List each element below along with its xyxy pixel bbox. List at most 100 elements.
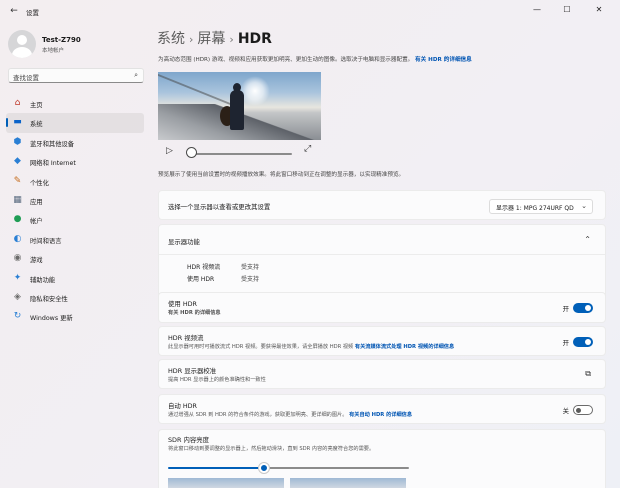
avatar xyxy=(8,30,36,58)
sidebar-item-privacy[interactable]: ◈ 隐私和安全性 xyxy=(6,288,144,307)
chevron-right-icon: › xyxy=(189,33,194,46)
window-title: 设置 xyxy=(26,9,39,17)
hdr-calibration-card[interactable]: HDR 显示器校准 提高 HDR 显示器上的颜色准确性和一致性 ⧉ xyxy=(158,359,606,389)
sdr-slider-track[interactable] xyxy=(264,467,409,469)
use-hdr-info-link[interactable]: 有关 HDR 的详细信息 xyxy=(168,309,221,316)
account-icon: ● xyxy=(13,214,22,225)
sidebar-item-system[interactable]: ▬ 系统 xyxy=(6,113,144,133)
sidebar-item-accounts[interactable]: ● 帐户 xyxy=(6,210,144,229)
sdr-title: SDR 内容亮度 xyxy=(168,436,210,444)
auto-hdr-subtitle-text: 通过增强从 SDR 到 HDR 的符合条件的游戏，获取更加明亮、更详细的图片。 xyxy=(168,412,348,418)
apps-icon: ▦ xyxy=(13,194,22,205)
auto-hdr-toggle[interactable] xyxy=(573,405,593,415)
breadcrumb-system[interactable]: 系统 xyxy=(157,31,185,47)
display-select-label: 选择一个显示器以查看或更改其设置 xyxy=(168,203,271,211)
display-dropdown[interactable]: 显示器 1: MPG 274URF QD ⌄ xyxy=(489,199,593,214)
system-icon: ▬ xyxy=(13,117,22,128)
sidebar-item-label: 应用 xyxy=(30,198,43,206)
use-hdr-state: 开 xyxy=(562,305,569,313)
sidebar-item-label: 隐私和安全性 xyxy=(30,295,68,303)
video-sun xyxy=(240,76,270,106)
sdr-brightness-card: SDR 内容亮度 将此窗口移动到要调整的显示器上，然后拖动滑块，直到 SDR 内… xyxy=(158,429,606,488)
sidebar-item-windows-update[interactable]: ↻ Windows 更新 xyxy=(6,307,144,326)
maximize-button[interactable]: ☐ xyxy=(554,3,580,17)
sidebar-item-network[interactable]: ◆ 网络和 Internet xyxy=(6,152,144,171)
search-input[interactable]: 查找设置 ⌕ xyxy=(8,68,144,83)
auto-hdr-info-link[interactable]: 有关自动 HDR 的详细信息 xyxy=(349,412,412,418)
sidebar-item-home[interactable]: ⌂ 主页 xyxy=(6,94,144,113)
hdr-video-toggle[interactable] xyxy=(573,337,593,347)
home-icon: ⌂ xyxy=(14,98,21,108)
bluetooth-icon: ⬢ xyxy=(13,136,22,147)
hdr-video-state: 开 xyxy=(562,339,569,347)
brush-icon: ✎ xyxy=(13,175,22,186)
video-progress-track[interactable] xyxy=(190,153,292,155)
sidebar-nav: ⌂ 主页 ▬ 系统 ⬢ 蓝牙和其他设备 ◆ 网络和 Internet ✎ 个性化 ▦ 应用 … xyxy=(6,94,144,327)
chevron-down-icon: ⌄ xyxy=(581,202,587,210)
hdr-video-subtitle: 此显示器可用时可播放流式 HDR 视频。要获得最佳效果，请全屏播放 HDR 视频… xyxy=(168,343,454,350)
page-description: 为高动态范围 (HDR) 游戏、视频和应用获取更加明亮、更加生动的图像。选取决于… xyxy=(158,55,472,63)
breadcrumb-display[interactable]: 屏幕 xyxy=(197,31,225,47)
video-progress-thumb[interactable] xyxy=(186,147,197,158)
minimize-button[interactable]: — xyxy=(524,3,550,17)
capability-value: 受支持 xyxy=(241,264,260,271)
use-hdr-card: 使用 HDR 有关 HDR 的详细信息 开 xyxy=(158,292,606,323)
play-icon[interactable]: ▷ xyxy=(166,146,173,156)
display-dropdown-value: 显示器 1: MPG 274URF QD xyxy=(496,205,574,212)
close-button[interactable]: ✕ xyxy=(586,3,612,17)
hdr-video-info-link[interactable]: 有关流媒体流式处理 HDR 视频的详细信息 xyxy=(355,344,454,350)
back-arrow-icon[interactable]: ← xyxy=(8,5,20,17)
video-person xyxy=(230,90,244,130)
search-placeholder: 查找设置 xyxy=(13,74,39,82)
account-type: 本地帐户 xyxy=(42,48,65,54)
wifi-icon: ◆ xyxy=(14,156,21,167)
title-bar: ← 设置 — ☐ ✕ xyxy=(0,0,620,22)
hdr-video-subtitle-text: 此显示器可用时可播放流式 HDR 视频。要获得最佳效果，请全屏播放 HDR 视频 xyxy=(168,344,354,350)
expand-icon[interactable]: ⤢ xyxy=(304,144,311,154)
globe-icon: ◐ xyxy=(13,233,22,244)
chevron-up-icon[interactable]: ⌃ xyxy=(584,235,591,244)
description-text: 为高动态范围 (HDR) 游戏、视频和应用获取更加明亮、更加生动的图像。选取决于… xyxy=(158,57,414,63)
sidebar-item-label: 主页 xyxy=(30,102,43,109)
sdr-preview-image xyxy=(290,478,406,488)
use-hdr-toggle[interactable] xyxy=(573,303,593,313)
sidebar-item-label: 时间和语言 xyxy=(30,237,62,245)
preview-note: 预览展示了使用当前设置时的视频播放效果。将此窗口移动到正在调整的显示器，以实现精… xyxy=(158,172,405,178)
sdr-preview-image xyxy=(168,478,284,488)
external-link-icon[interactable]: ⧉ xyxy=(585,369,591,379)
sidebar-item-label: 系统 xyxy=(30,121,43,129)
sidebar-item-time-language[interactable]: ◐ 时间和语言 xyxy=(6,230,144,249)
calibration-subtitle: 提高 HDR 显示器上的颜色准确性和一致性 xyxy=(168,377,266,383)
hdr-preview-video xyxy=(158,72,321,140)
sidebar-item-apps[interactable]: ▦ 应用 xyxy=(6,191,144,210)
capability-key: 使用 HDR xyxy=(187,276,215,283)
hdr-info-link[interactable]: 有关 HDR 的详细信息 xyxy=(415,57,472,63)
auto-hdr-state: 关 xyxy=(562,407,569,415)
sidebar-item-label: 辅助功能 xyxy=(30,276,56,284)
profile-name: Test-Z790 xyxy=(42,36,81,44)
search-icon: ⌕ xyxy=(134,71,138,79)
sidebar-item-bluetooth[interactable]: ⬢ 蓝牙和其他设备 xyxy=(6,133,144,152)
page-title: HDR xyxy=(237,31,272,47)
update-icon: ↻ xyxy=(13,311,22,322)
capability-key: HDR 视频流 xyxy=(187,264,221,271)
user-profile[interactable]: Test-Z790 本地帐户 xyxy=(8,30,148,60)
sidebar-item-personalization[interactable]: ✎ 个性化 xyxy=(6,172,144,191)
divider xyxy=(159,254,605,255)
sidebar-item-label: 个性化 xyxy=(30,179,49,187)
sidebar-item-label: 游戏 xyxy=(30,257,43,265)
hdr-video-card: HDR 视频流 此显示器可用时可播放流式 HDR 视频。要获得最佳效果，请全屏播… xyxy=(158,326,606,356)
sdr-subtitle: 将此窗口移动到要调整的显示器上，然后拖动滑块，直到 SDR 内容的亮度符合您的需… xyxy=(168,446,375,452)
shield-icon: ◈ xyxy=(14,291,21,302)
sidebar-item-label: 帐户 xyxy=(30,218,43,226)
main-content: 系统 › 屏幕 › HDR 为高动态范围 (HDR) 游戏、视频和应用获取更加明亮、更加… xyxy=(152,22,612,488)
auto-hdr-title: 自动 HDR xyxy=(168,402,197,410)
display-select-card: 选择一个显示器以查看或更改其设置 显示器 1: MPG 274URF QD ⌄ xyxy=(158,190,606,220)
gamepad-icon: ◉ xyxy=(13,253,22,264)
calibration-title: HDR 显示器校准 xyxy=(168,367,217,375)
sidebar-item-gaming[interactable]: ◉ 游戏 xyxy=(6,249,144,268)
sidebar-item-accessibility[interactable]: ✦ 辅助功能 xyxy=(6,269,144,288)
chevron-right-icon: › xyxy=(229,33,234,46)
sdr-slider-thumb[interactable] xyxy=(259,463,269,473)
sdr-slider-fill[interactable] xyxy=(168,467,264,469)
